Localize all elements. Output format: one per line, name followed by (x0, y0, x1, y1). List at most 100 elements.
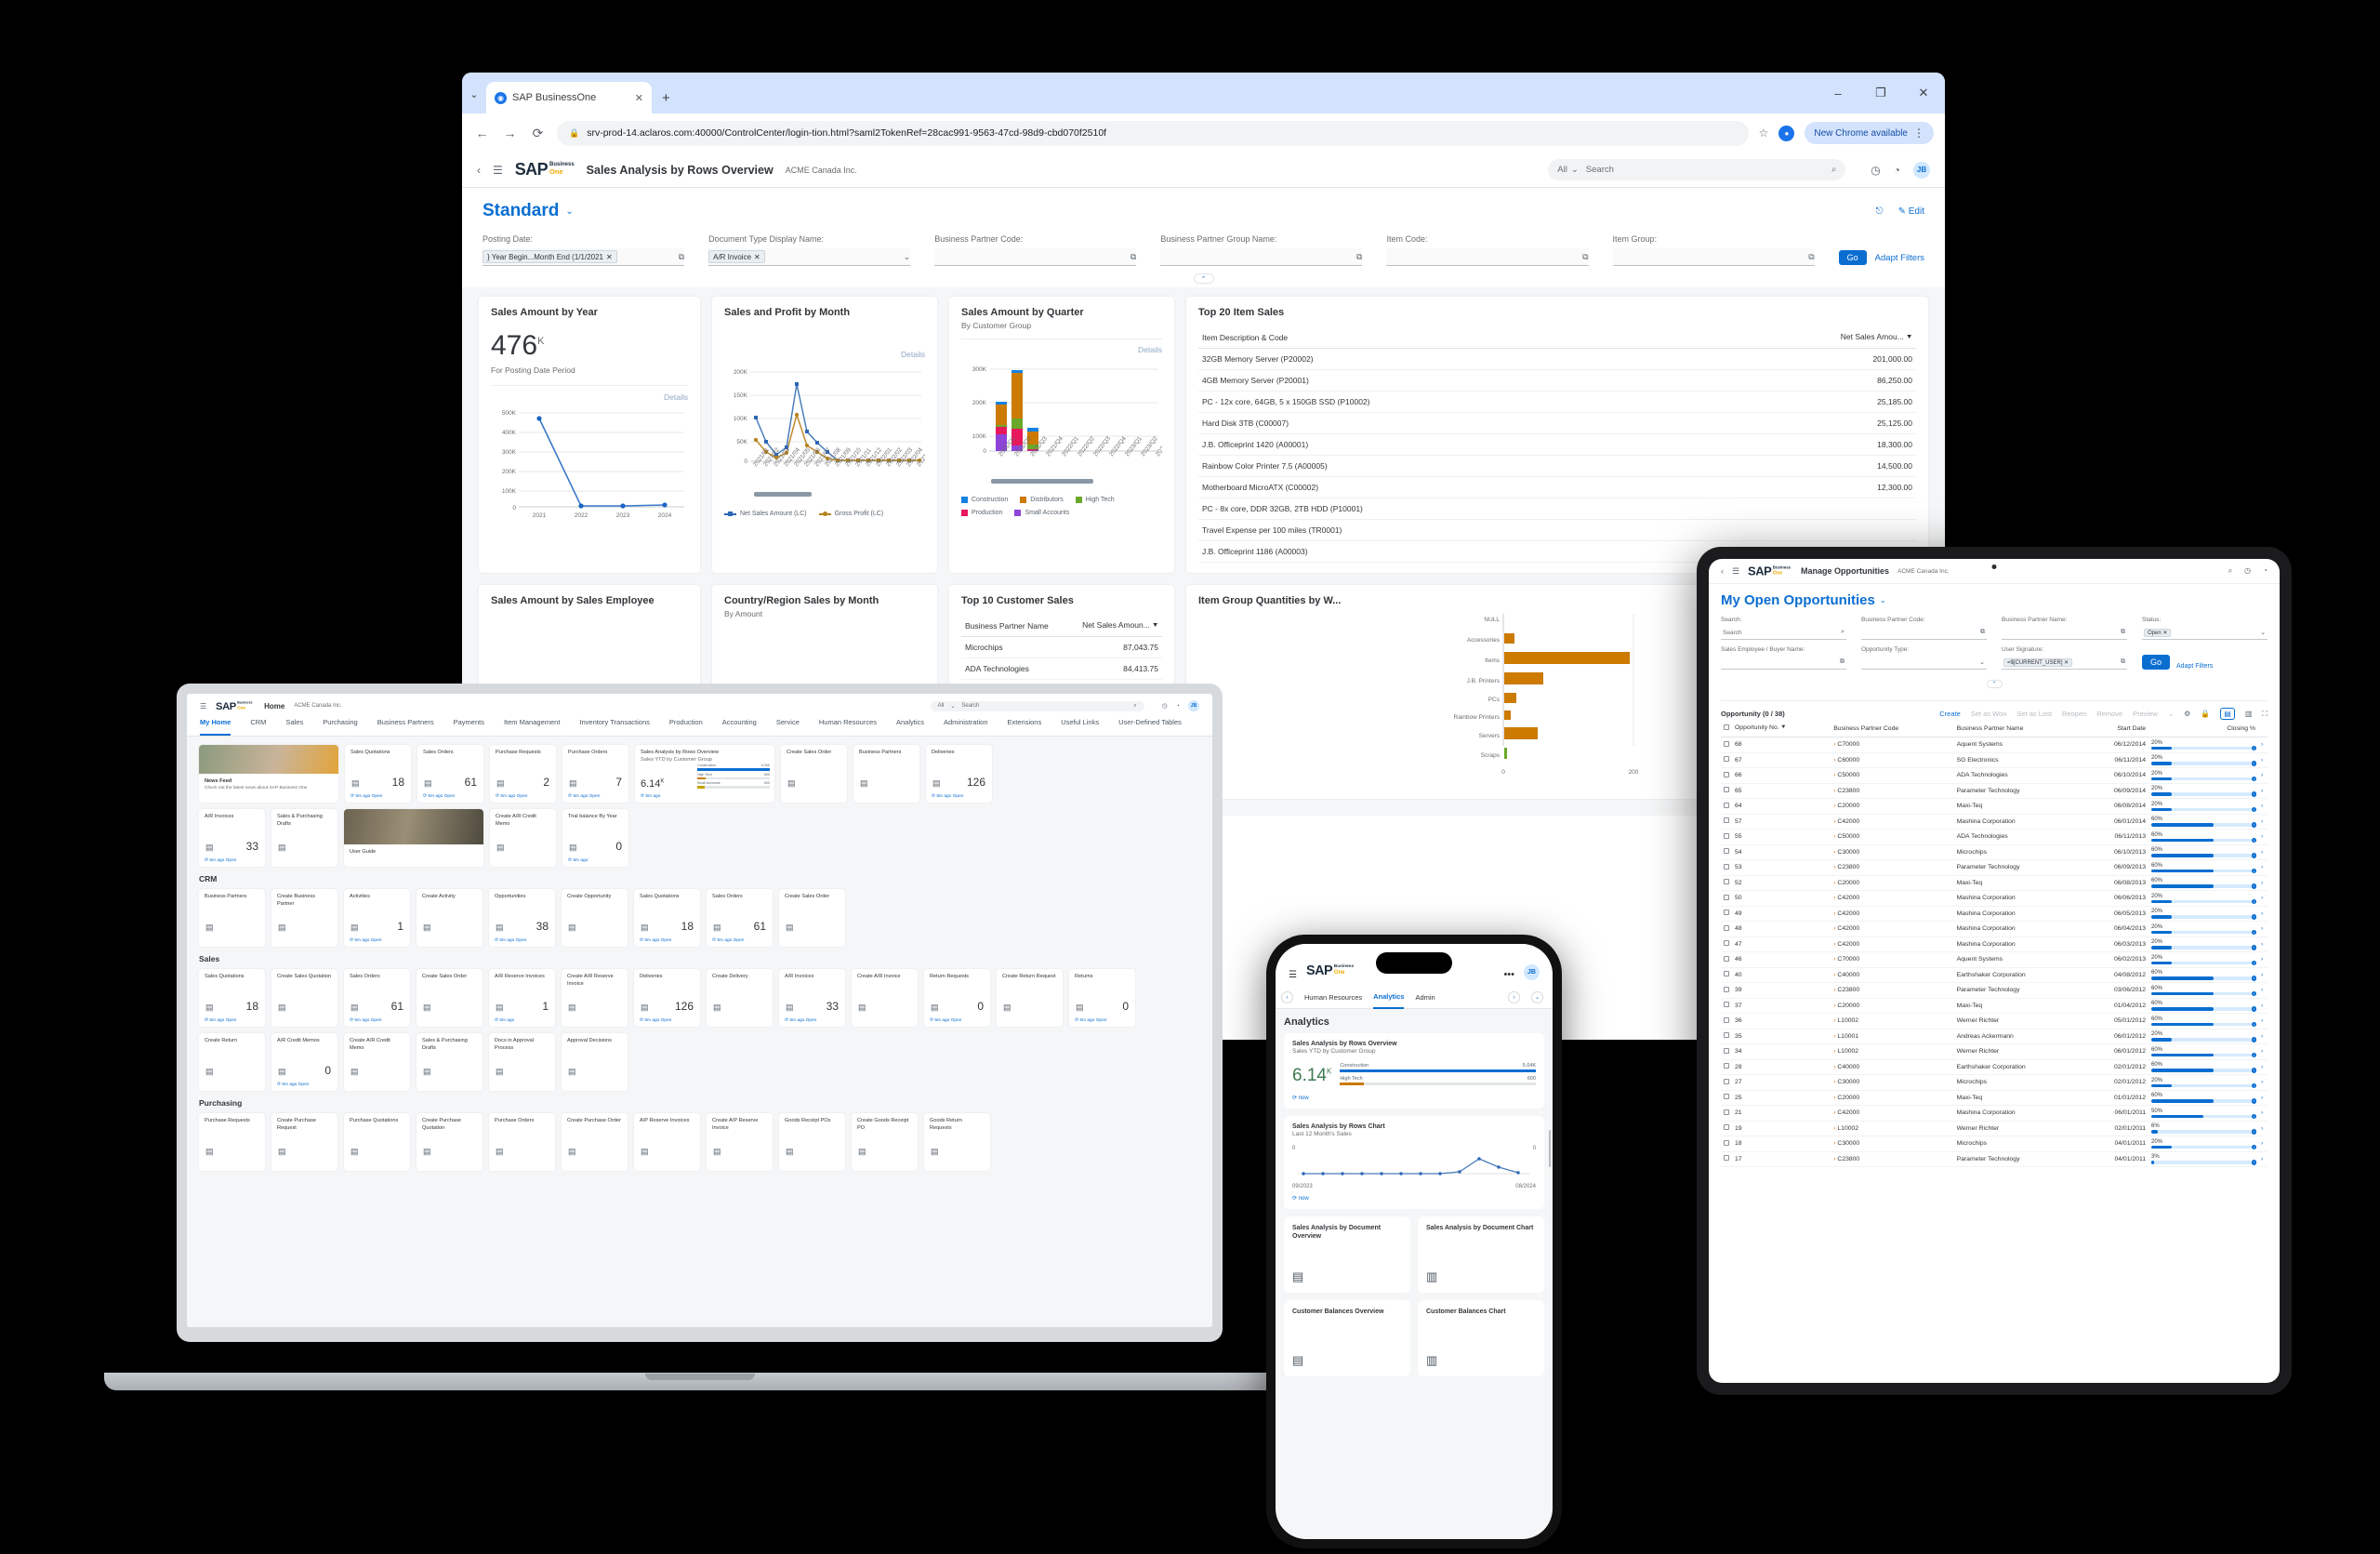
row-navigation-icon[interactable]: › (2258, 1043, 2268, 1060)
collapse-filterbar-button[interactable]: ⌃ (1193, 273, 1214, 284)
tile-returns[interactable]: Returns ▤ 0 ⟳ 5m ago Open (1069, 969, 1135, 1027)
row-checkbox[interactable] (1721, 1105, 1732, 1122)
tile-goods-return-requests[interactable]: Goods Return Requests ▤ (924, 1113, 990, 1171)
cell-bp-code[interactable]: › C70000 (1831, 737, 1954, 753)
legend-item[interactable]: Construction (961, 497, 1008, 503)
table-row[interactable]: 54 › C30000 Microchips 06/10/2013 60% i › (1721, 844, 2268, 860)
menu-icon[interactable]: ☰ (493, 164, 503, 177)
search-icon[interactable]: ⌕ (1133, 703, 1136, 710)
tile-opportunities[interactable]: Opportunities ▤ 38 ⟳ 5m ago Open (489, 889, 555, 947)
back-button[interactable]: ← (473, 126, 491, 140)
set-as-lost-button[interactable]: Set as Lost (2016, 710, 2052, 718)
value-help-icon[interactable]: ⧉ (1840, 658, 1844, 666)
laptop-tab-accounting[interactable]: Accounting (722, 718, 757, 736)
table-row[interactable]: 66 › C50000 ADA Technologies 06/10/2014 20% i… (1721, 767, 2268, 784)
go-button[interactable]: Go (1838, 250, 1867, 265)
remove-button[interactable]: Remove (2096, 710, 2122, 718)
row-navigation-icon[interactable]: › (2258, 1151, 2268, 1167)
laptop-search[interactable]: All ⌄ Search ⌕ (930, 700, 1144, 711)
fullscreen-icon[interactable]: ⛶ (2262, 710, 2268, 719)
table-row[interactable]: 40 › C40000 Earthshaker Corporation 04/08/2… (1721, 967, 2268, 983)
search-scope-select[interactable]: All ⌄ (1557, 165, 1579, 175)
tile-a-r-reserve-invoices[interactable]: A/R Reserve Invoices ▤ 1 ⟳ 5m ago (489, 969, 555, 1027)
filter-input[interactable]: Open ✕ ⌄ (2142, 626, 2268, 640)
lock-icon[interactable]: 🔒 (2201, 710, 2210, 718)
column-header[interactable]: Business Partner Name (1953, 720, 2084, 737)
tile-deliveries[interactable]: Deliveries ▤ 126 ⟳ 5m ago Open (634, 969, 700, 1027)
select-all-checkbox[interactable] (1721, 720, 1732, 737)
tablet-page-title[interactable]: My Open Opportunities (1721, 592, 1875, 608)
column-header[interactable]: Net Sales Amoun... ⯆ (1067, 615, 1162, 637)
row-checkbox[interactable] (1721, 967, 1732, 983)
filter-token[interactable]: =$[CURRENT_USER] ✕ (2003, 657, 2073, 667)
table-row[interactable]: 17 › C23800 Parameter Technology 04/01/2011… (1721, 1151, 2268, 1167)
tile-a-p-reserve-invoices[interactable]: A/P Reserve Invoices ▤ (634, 1113, 700, 1171)
filter-input[interactable]: ⧉ (1721, 656, 1846, 670)
tile-create-goods-receipt-po[interactable]: Create Goods Receipt PO ▤ (852, 1113, 918, 1171)
filter-input[interactable]: ⧉ (1861, 626, 1987, 640)
cell-bp-code[interactable]: › L10001 (1831, 1029, 1954, 1044)
laptop-tab-my-home[interactable]: My Home (200, 718, 231, 736)
tile-a-r-invoices[interactable]: A/R Invoices ▤ 33 ⟳ 5m ago Open (199, 809, 265, 867)
chart-view-icon[interactable]: ▥ (2245, 710, 2253, 718)
table-row[interactable]: 36 › L10002 Werner Richter 05/01/2012 60% i › (1721, 1013, 2268, 1029)
legend-item[interactable]: Production (961, 510, 1002, 516)
table-row[interactable]: 64 › C20000 Maxi-Teq 06/08/2014 20% i › (1721, 798, 2268, 815)
table-row[interactable]: 37 › C20000 Maxi-Teq 01/04/2012 60% i › (1721, 998, 2268, 1014)
table-row[interactable]: Motherboard MicroATX (C00002) 12,300.00 (1198, 476, 1916, 498)
tile-sales-quotations[interactable]: Sales Quotations ▤ 18 ⟳ 5m ago Open (345, 745, 411, 803)
notifications-bell-icon[interactable]: ◔ (1894, 164, 1900, 177)
tabs-prev-button[interactable]: ‹ (1281, 991, 1293, 1003)
chevron-down-icon[interactable]: ⌄ (2260, 629, 2266, 636)
laptop-tab-production[interactable]: Production (669, 718, 703, 736)
tile-create-opportunity[interactable]: Create Opportunity ▤ (562, 889, 628, 947)
column-header[interactable]: Start Date (2083, 720, 2149, 737)
column-header[interactable]: Closing % (2149, 720, 2258, 737)
column-header[interactable]: Business Partner Name (961, 615, 1068, 637)
value-help-icon[interactable]: ⧉ (1582, 252, 1588, 262)
tile-create-a-r-credit-memo[interactable]: Create A/R Credit Memo ▤ (490, 809, 556, 867)
adapt-filters-button[interactable]: Adapt Filters (1875, 253, 1924, 263)
tab-list-chevron-icon[interactable]: ⌄ (462, 88, 486, 113)
bookmark-star-icon[interactable]: ☆ (1759, 126, 1769, 139)
chevron-down-icon[interactable]: ⌄ (904, 252, 911, 262)
row-checkbox[interactable] (1721, 829, 1732, 845)
table-row[interactable]: 68 › C70000 Aquent Systems 06/12/2014 20% i › (1721, 737, 2268, 753)
details-link[interactable]: Details (961, 345, 1162, 354)
row-navigation-icon[interactable]: › (2258, 767, 2268, 784)
search-icon[interactable]: ⌕ (1841, 629, 1844, 636)
tile-create-return-request[interactable]: Create Return Request ▤ (997, 969, 1063, 1027)
cell-bp-code[interactable]: › L10002 (1831, 1121, 1954, 1136)
row-checkbox[interactable] (1721, 798, 1732, 815)
set-as-won-button[interactable]: Set as Won (1971, 710, 2007, 718)
row-navigation-icon[interactable]: › (2258, 1013, 2268, 1029)
tabs-next-button[interactable]: › (1508, 991, 1520, 1003)
table-row[interactable]: 32GB Memory Server (P20002) 201,000.00 (1198, 348, 1916, 370)
row-checkbox[interactable] (1721, 951, 1732, 968)
row-checkbox[interactable] (1721, 998, 1732, 1014)
back-icon[interactable]: ‹ (1721, 566, 1724, 576)
filter-input[interactable]: ⧉ (1386, 248, 1589, 266)
tile-a-r-invoices[interactable]: A/R Invoices ▤ 33 ⟳ 5m ago Open (779, 969, 845, 1027)
row-checkbox[interactable] (1721, 1059, 1732, 1075)
cell-bp-code[interactable]: › C40000 (1831, 967, 1954, 983)
row-navigation-icon[interactable]: › (2258, 1090, 2268, 1106)
more-icon[interactable]: ••• (1503, 969, 1514, 980)
cell-bp-code[interactable]: › C42000 (1831, 890, 1954, 907)
row-checkbox[interactable] (1721, 906, 1732, 922)
go-button[interactable]: Go (2142, 655, 2171, 670)
laptop-tab-extensions[interactable]: Extensions (1008, 718, 1042, 736)
column-header[interactable]: Business Partner Code (1831, 720, 1954, 737)
row-checkbox[interactable] (1721, 1013, 1732, 1029)
row-navigation-icon[interactable]: › (2258, 798, 2268, 815)
row-checkbox[interactable] (1721, 783, 1732, 799)
table-row[interactable]: 21 › C42000 Mashina Corporation 06/01/2011 5… (1721, 1105, 2268, 1122)
cell-bp-code[interactable]: › C20000 (1831, 875, 1954, 891)
notifications-bell-icon[interactable]: ◔ (1176, 703, 1180, 710)
tile-create-a-r-credit-memo[interactable]: Create A/R Credit Memo ▤ (344, 1033, 410, 1091)
tile-docs-in-approval-process[interactable]: Docs in Approval Process ▤ (489, 1033, 555, 1091)
overflow-chevron-icon[interactable]: ⌄ (2168, 710, 2174, 718)
row-checkbox[interactable] (1721, 1029, 1732, 1044)
row-checkbox[interactable] (1721, 1074, 1732, 1091)
tile-a-r-credit-memos[interactable]: A/R Credit Memos ▤ 0 ⟳ 5m ago Open (271, 1033, 337, 1091)
